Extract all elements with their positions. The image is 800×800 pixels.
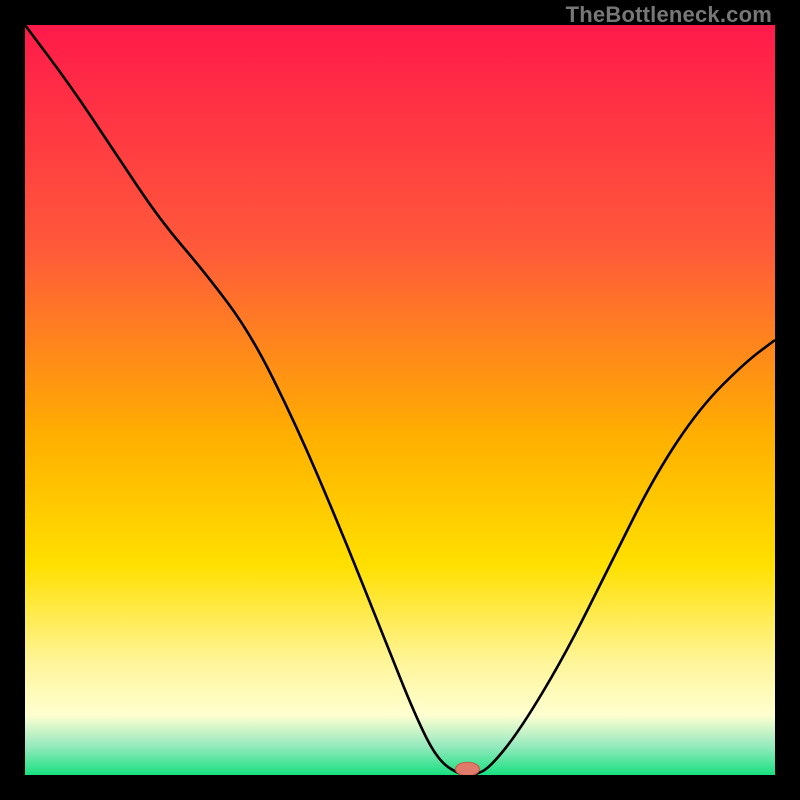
bottleneck-curve — [25, 25, 775, 775]
curve-layer — [25, 25, 775, 775]
chart-frame: TheBottleneck.com — [0, 0, 800, 800]
optimal-marker — [456, 762, 480, 775]
watermark-text: TheBottleneck.com — [566, 2, 772, 28]
plot-area — [25, 25, 775, 775]
